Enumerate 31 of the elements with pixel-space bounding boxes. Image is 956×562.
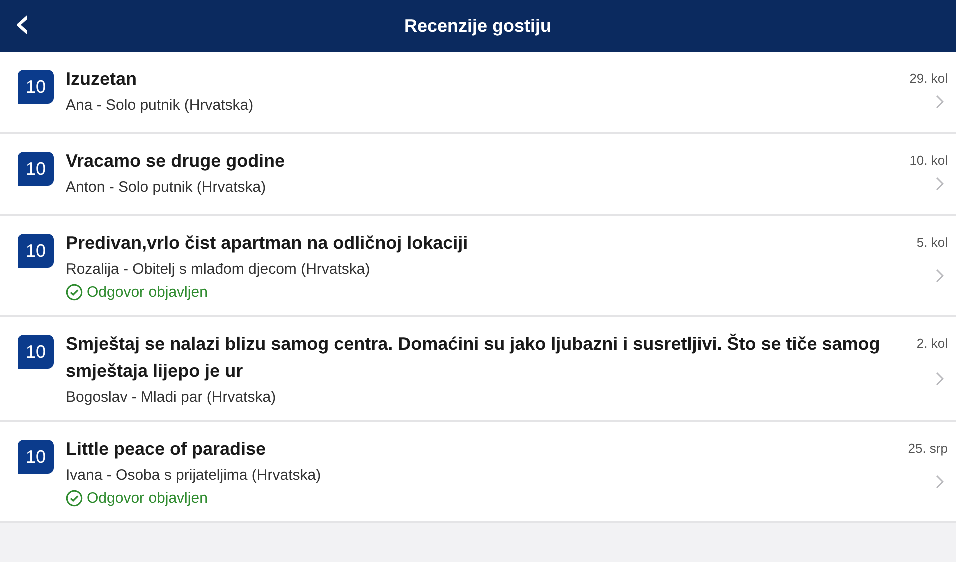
check-circle-icon (66, 284, 83, 301)
review-date: 25. srp (908, 441, 948, 456)
page-title: Recenzije gostiju (404, 16, 552, 36)
chevron-right-icon[interactable] (936, 177, 944, 191)
chevron-right-icon[interactable] (936, 95, 944, 109)
reviewer-info: Anton - Solo putnik (Hrvatska) (66, 179, 268, 196)
reviewer-info: Bogoslav - Mladi par (Hrvatska) (66, 389, 278, 406)
score-badge: 10 (18, 234, 54, 268)
score-badge: 10 (18, 152, 54, 186)
score-badge: 10 (18, 335, 54, 369)
reviewer-info: Rozalija - Obitelj s mlađom djecom (Hrvatska) (66, 261, 372, 278)
review-title: Vracamo se druge godine (66, 150, 286, 173)
score-badge: 10 (18, 70, 54, 104)
review-date: 2. kol (916, 336, 948, 351)
chevron-right-icon[interactable] (936, 268, 944, 282)
reviewer-info: Ana - Solo putnik (Hrvatska) (66, 97, 255, 114)
review-title: Little peace of paradise (66, 438, 268, 461)
chevron-right-icon[interactable] (936, 372, 944, 386)
back-button[interactable]: ‹ (10, 4, 36, 44)
reviewer-info: Ivana - Osoba s prijateljima (Hrvatska) (66, 467, 322, 484)
chevron-right-icon[interactable] (936, 474, 944, 488)
check-circle-icon (66, 490, 83, 507)
review-title: Izuzetan (66, 68, 138, 91)
reply-status: Odgovor objavljen (87, 490, 208, 507)
review-date: 5. kol (916, 235, 948, 250)
reply-status: Odgovor objavljen (87, 284, 208, 301)
review-date: 10. kol (910, 153, 948, 168)
review-title: Smještaj se nalazi blizu samog centra. Domaćini su jako ljubazni i susretljivi. Što se tiče samog smještaja lijepo je ur (66, 332, 882, 383)
score-badge: 10 (18, 440, 54, 474)
review-title: Predivan,vrlo čist apartman na odličnoj lokaciji (66, 232, 470, 255)
review-date: 29. kol (910, 71, 948, 86)
